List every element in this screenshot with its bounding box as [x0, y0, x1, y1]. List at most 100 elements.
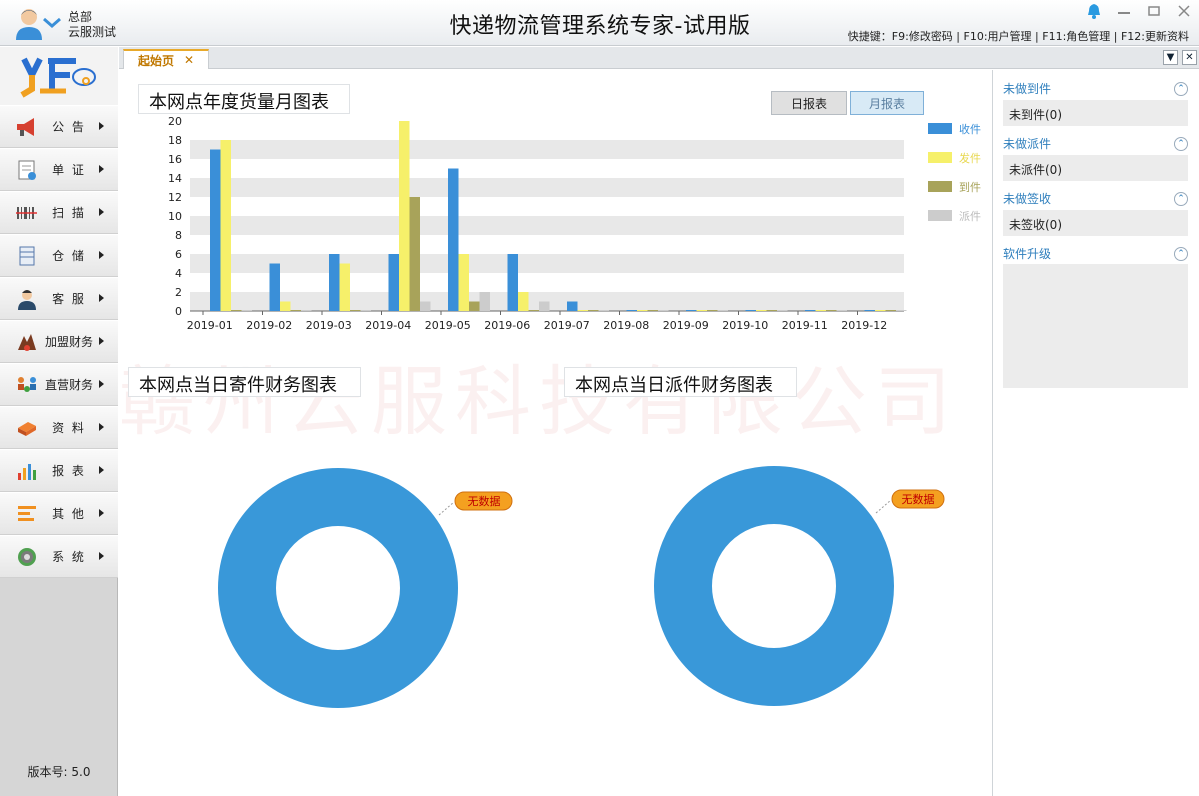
bar-2019-07-0 [567, 301, 578, 311]
menu-item-service[interactable]: 客 服 [0, 277, 118, 320]
user-name: 云服测试 [68, 25, 117, 39]
todo-value-dispatch[interactable]: 未派件(0) [1003, 155, 1188, 181]
tab-dropdown-icon[interactable]: ▼ [1163, 50, 1178, 65]
maximize-icon[interactable] [1139, 1, 1169, 21]
menu-item-scan[interactable]: 扫 描 [0, 191, 118, 234]
upgrade-title: 软件升级 [1003, 247, 1052, 261]
tab-label: 起始页 [138, 53, 175, 68]
bar-2019-02-2 [290, 310, 301, 311]
menu-item-data[interactable]: 资 料 [0, 406, 118, 449]
y-tick-label: 16 [168, 153, 182, 166]
collapse-icon[interactable]: ⌃ [1174, 137, 1188, 151]
legend-label: 派件 [959, 210, 981, 223]
x-tick-label: 2019-02 [246, 319, 292, 332]
bar-2019-06-3 [539, 301, 550, 311]
bar-2019-03-2 [350, 310, 361, 311]
todo-panel: 未做到件 ⌃ 未到件(0) 未做派件 ⌃ 未派件(0) 未做签收 ⌃ 未签收(0… [992, 70, 1199, 796]
bar-2019-10-0 [745, 310, 756, 311]
bar-2019-06-1 [518, 292, 529, 311]
menu-item-warehouse[interactable]: 仓 储 [0, 234, 118, 277]
menu-label: 仓 储 [52, 249, 86, 263]
user-avatar-icon [16, 9, 42, 40]
x-tick-label: 2019-04 [365, 319, 411, 332]
document-icon [18, 160, 36, 180]
bar-2019-06-2 [528, 310, 539, 311]
todo-header-arrival[interactable]: 未做到件 ⌃ [1003, 80, 1188, 100]
todo-header-signoff[interactable]: 未做签收 ⌃ [1003, 190, 1188, 210]
version-label: 版本号: 5.0 [27, 765, 91, 779]
bar-2019-08-2 [647, 310, 658, 311]
send-finance-chart-title: 本网点当日寄件财务图表 [128, 367, 361, 397]
todo-value-signoff[interactable]: 未签收(0) [1003, 210, 1188, 236]
menu-label: 单 证 [52, 163, 86, 177]
x-tick-label: 2019-03 [306, 319, 352, 332]
arrow-right-icon [99, 466, 104, 474]
tab-home[interactable]: 起始页 ✕ [123, 49, 209, 69]
todo-header-dispatch[interactable]: 未做派件 ⌃ [1003, 135, 1188, 155]
send-donut-ring [218, 468, 458, 708]
close-window-icon[interactable] [1169, 1, 1199, 21]
tab-close-icon[interactable]: ✕ [184, 53, 194, 67]
close-all-tabs-icon[interactable]: ✕ [1182, 50, 1197, 65]
bar-2019-03-3 [360, 310, 371, 311]
send-donut-chart [218, 468, 513, 708]
y-tick-label: 10 [168, 210, 182, 223]
bar-2019-01-2 [231, 310, 242, 311]
tab-strip: 起始页 ✕ ▼ ✕ [119, 47, 1199, 69]
menu-item-documents[interactable]: 单 证 [0, 148, 118, 191]
no-data-label-send: 无数据 [468, 494, 501, 508]
menu-item-franchise-finance[interactable]: 加盟财务 [0, 320, 118, 363]
bar-2019-03-1 [339, 263, 350, 311]
x-tick-label: 2019-11 [782, 319, 828, 332]
send-leader-line [438, 501, 455, 516]
menu-item-announce[interactable]: 公 告 [0, 105, 118, 148]
upgrade-header[interactable]: 软件升级 ⌃ [1003, 245, 1188, 265]
menu-item-report[interactable]: 报 表 [0, 449, 118, 492]
bar-2019-10-1 [756, 310, 767, 311]
warehouse-icon [19, 246, 35, 266]
y-tick-label: 2 [175, 286, 182, 299]
menu-item-direct-finance[interactable]: 直营财务 [0, 363, 118, 406]
dispatch-finance-chart-title: 本网点当日派件财务图表 [564, 367, 797, 397]
y-tick-label: 6 [175, 248, 182, 261]
arrow-right-icon [99, 423, 104, 431]
menu-label: 报 表 [52, 464, 86, 478]
todo-title: 未做签收 [1003, 192, 1052, 206]
bar-2019-11-0 [805, 310, 816, 311]
collapse-icon[interactable]: ⌃ [1174, 192, 1188, 206]
bar-2019-08-3 [658, 310, 669, 311]
menu-label: 直营财务 [44, 378, 93, 392]
bar-2019-09-3 [717, 310, 728, 311]
bar-2019-01-3 [241, 310, 252, 311]
todo-value-arrival[interactable]: 未到件(0) [1003, 100, 1188, 126]
grid-band [190, 254, 904, 273]
legend-swatch [928, 123, 952, 134]
notification-bell-icon[interactable] [1079, 1, 1109, 21]
menu-label: 客 服 [52, 292, 86, 306]
sidebar: 公 告 单 证 扫 描 仓 储 客 服 加盟财务 直营财务 资 料 报 表 其 … [0, 47, 118, 796]
arrow-right-icon [99, 251, 104, 259]
menu-label: 其 他 [52, 507, 86, 521]
collapse-icon[interactable]: ⌃ [1174, 82, 1188, 96]
arrow-right-icon [99, 337, 104, 345]
menu-label: 扫 描 [52, 206, 86, 220]
bar-2019-06-0 [507, 254, 518, 311]
arrow-right-icon [99, 552, 104, 560]
company-logo-icon [20, 57, 96, 98]
main-content: 赣州云服科技有限公司 本网点年度货量月图表 日报表 月报表 0 2 4 6 8 10 12 1… [119, 70, 992, 796]
dropdown-check-icon[interactable] [42, 14, 62, 30]
upgrade-content [1003, 264, 1188, 388]
bar-2019-07-3 [598, 310, 609, 311]
collapse-icon[interactable]: ⌃ [1174, 247, 1188, 261]
grid-band [190, 216, 904, 235]
bar-2019-05-3 [479, 292, 490, 311]
menu-label: 系 统 [52, 550, 86, 564]
menu-item-other[interactable]: 其 他 [0, 492, 118, 535]
bar-2019-07-2 [588, 310, 599, 311]
bar-2019-09-2 [707, 310, 718, 311]
minimize-icon[interactable] [1109, 1, 1139, 21]
bar-2019-07-1 [577, 310, 588, 311]
bar-2019-04-0 [388, 254, 399, 311]
arrow-right-icon [99, 380, 104, 388]
menu-item-system[interactable]: 系 统 [0, 535, 118, 578]
